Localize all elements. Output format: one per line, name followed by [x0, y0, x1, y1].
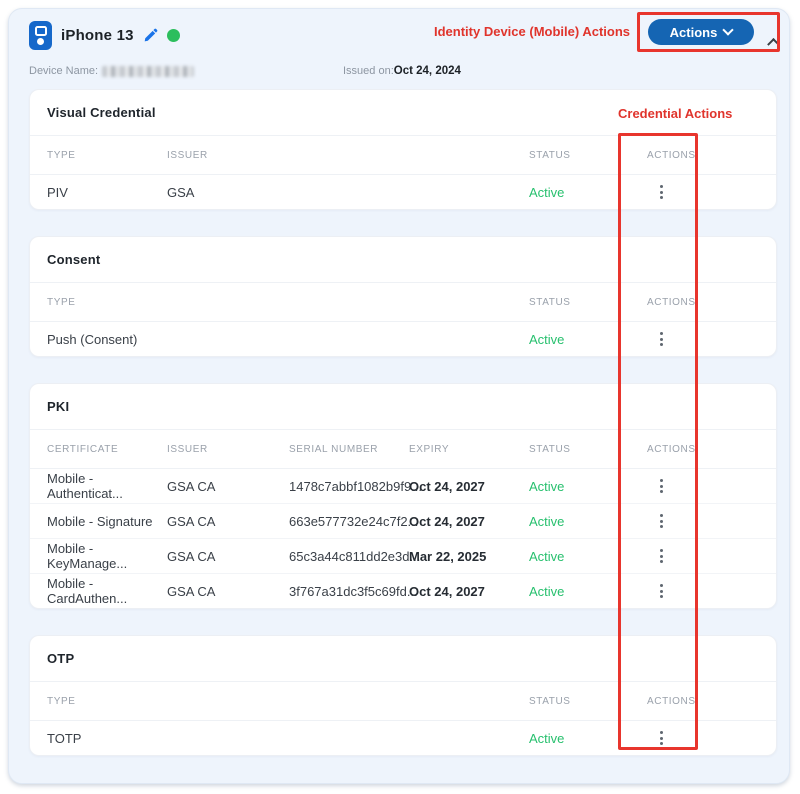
- issued-on-label: Issued on:: [343, 65, 394, 77]
- cell-issuer: GSA CA: [167, 549, 289, 564]
- cell-type: Push (Consent): [47, 332, 529, 347]
- section-title-otp: OTP: [47, 651, 74, 666]
- cell-type: TOTP: [47, 731, 529, 746]
- cell-type: PIV: [47, 185, 167, 200]
- column-header-type: TYPE: [47, 297, 529, 308]
- pencil-icon: [143, 28, 158, 43]
- cell-issuer: GSA CA: [167, 584, 289, 599]
- cell-serial-number: 1478c7abbf1082b9f9...: [289, 479, 409, 494]
- cell-serial-number: 65c3a44c811dd2e3d...: [289, 549, 409, 564]
- column-header-issuer: ISSUER: [167, 444, 289, 455]
- annotation-box-actions-column: [618, 133, 698, 750]
- issued-on-row: Issued on:Oct 24, 2024: [343, 65, 461, 77]
- cell-issuer: GSA CA: [167, 514, 289, 529]
- cell-issuer: GSA: [167, 185, 529, 200]
- cell-certificate: Mobile - Authenticat...: [47, 471, 167, 501]
- annotation-box-device-actions: [637, 12, 780, 52]
- cell-issuer: GSA CA: [167, 479, 289, 494]
- cell-expiry: Oct 24, 2027: [409, 479, 529, 494]
- column-header-expiry: EXPIRY: [409, 444, 529, 455]
- mobile-device-icon: [29, 21, 52, 50]
- device-name-label: Device Name:: [29, 65, 98, 77]
- column-header-serial-number: SERIAL NUMBER: [289, 444, 409, 455]
- section-title-pki: PKI: [47, 399, 69, 414]
- cell-serial-number: 663e577732e24c7f2...: [289, 514, 409, 529]
- cell-certificate: Mobile - KeyManage...: [47, 541, 167, 571]
- annotation-device-actions-text: Identity Device (Mobile) Actions: [434, 24, 630, 39]
- device-name-value-redacted: [102, 66, 194, 77]
- cell-certificate: Mobile - Signature: [47, 514, 167, 529]
- cell-serial-number: 3f767a31dc3f5c69fd...: [289, 584, 409, 599]
- issued-on-value: Oct 24, 2024: [394, 65, 461, 77]
- column-header-type: TYPE: [47, 696, 529, 707]
- column-header-certificate: CERTIFICATE: [47, 444, 167, 455]
- device-online-status-dot: [167, 29, 180, 42]
- device-title: iPhone 13: [61, 27, 134, 44]
- cell-expiry: Oct 24, 2027: [409, 584, 529, 599]
- cell-expiry: Oct 24, 2027: [409, 514, 529, 529]
- section-title-consent: Consent: [47, 252, 100, 267]
- column-header-type: TYPE: [47, 150, 167, 161]
- device-name-row: Device Name:: [29, 65, 194, 77]
- device-header: iPhone 13: [29, 21, 180, 50]
- cell-certificate: Mobile - CardAuthen...: [47, 576, 167, 606]
- cell-expiry: Mar 22, 2025: [409, 549, 529, 564]
- annotation-credential-actions-text: Credential Actions: [618, 106, 698, 121]
- column-header-issuer: ISSUER: [167, 150, 529, 161]
- edit-device-name-button[interactable]: [143, 28, 158, 43]
- section-title-visual-credential: Visual Credential: [47, 105, 156, 120]
